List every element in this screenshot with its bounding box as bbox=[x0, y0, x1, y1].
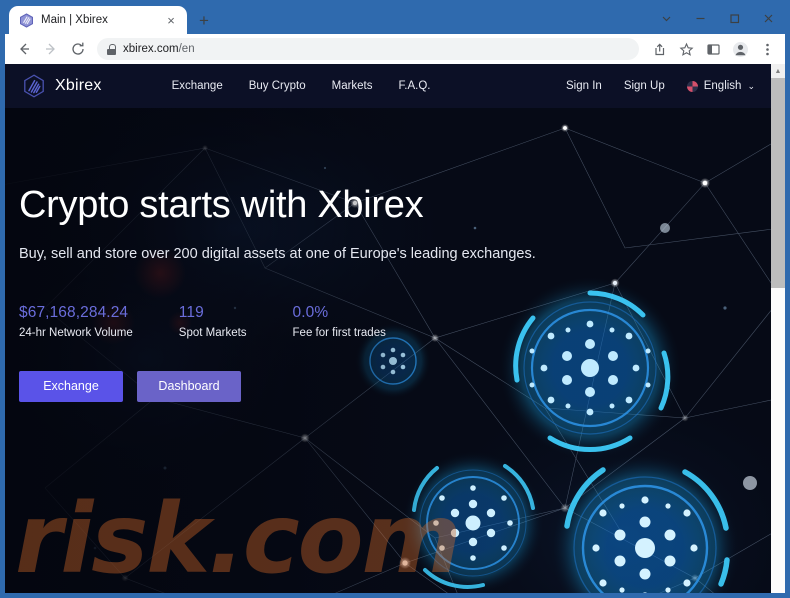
language-selector[interactable]: English ⌄ bbox=[686, 80, 755, 92]
nav-link-buy-crypto[interactable]: Buy Crypto bbox=[249, 80, 306, 92]
sign-up-link[interactable]: Sign Up bbox=[624, 80, 665, 92]
dashboard-button[interactable]: Dashboard bbox=[137, 370, 241, 402]
scrollbar-thumb[interactable] bbox=[771, 78, 785, 288]
url-text: xbirex.com/en bbox=[123, 43, 195, 55]
page-scrollbar[interactable]: ▲ bbox=[771, 64, 785, 593]
scroll-up-arrow-icon[interactable]: ▲ bbox=[771, 64, 785, 78]
tab-strip: Main | Xbirex × + bbox=[5, 4, 785, 34]
exchange-button[interactable]: Exchange bbox=[19, 370, 123, 402]
chevron-down-icon: ⌄ bbox=[747, 80, 755, 91]
hero-section: risk.com Crypto starts with Xbirex Buy, … bbox=[5, 108, 771, 593]
stat-label: Spot Markets bbox=[178, 326, 247, 339]
close-window-icon[interactable] bbox=[751, 4, 785, 32]
address-bar[interactable]: xbirex.com/en bbox=[97, 38, 639, 60]
site-nav-right: Sign In Sign Up English ⌄ bbox=[566, 80, 755, 92]
hero-stats: $67,168,284.24 24-hr Network Volume 119 … bbox=[19, 304, 579, 339]
browser-window: Main | Xbirex × + xbirex.com/en Xbirex E… bbox=[0, 0, 790, 598]
site-nav-links: Exchange Buy Crypto Markets F.A.Q. bbox=[172, 80, 431, 92]
profile-avatar-icon[interactable] bbox=[728, 37, 752, 61]
globe-icon bbox=[686, 80, 698, 92]
hero-cta-group: Exchange Dashboard bbox=[19, 370, 579, 402]
language-label: English bbox=[703, 80, 742, 92]
hero-subtitle: Buy, sell and store over 200 digital ass… bbox=[19, 245, 536, 262]
lock-icon bbox=[107, 43, 116, 55]
brand-logo[interactable]: Xbirex bbox=[23, 74, 102, 98]
stat-value: 119 bbox=[178, 303, 204, 321]
side-panel-icon[interactable] bbox=[701, 37, 725, 61]
page-viewport: Xbirex Exchange Buy Crypto Markets F.A.Q… bbox=[5, 64, 785, 593]
menu-icon[interactable] bbox=[755, 37, 779, 61]
stat-spot-markets: 119 Spot Markets bbox=[179, 304, 247, 339]
browser-toolbar: xbirex.com/en bbox=[5, 34, 785, 64]
share-icon[interactable] bbox=[647, 37, 671, 61]
nav-link-markets[interactable]: Markets bbox=[332, 80, 373, 92]
stat-label: 24-hr Network Volume bbox=[19, 326, 133, 339]
forward-icon[interactable] bbox=[39, 37, 63, 61]
window-controls bbox=[649, 4, 785, 32]
minimize-icon[interactable] bbox=[683, 4, 717, 32]
chevron-down-icon[interactable] bbox=[649, 4, 683, 32]
brand-name: Xbirex bbox=[55, 77, 102, 94]
hero-content: Crypto starts with Xbirex Buy, sell and … bbox=[19, 184, 579, 402]
stat-value: 0.0% bbox=[292, 303, 329, 321]
close-icon[interactable]: × bbox=[163, 12, 179, 28]
tab-title: Main | Xbirex bbox=[41, 14, 108, 26]
reload-icon[interactable] bbox=[66, 37, 90, 61]
stat-network-volume: $67,168,284.24 24-hr Network Volume bbox=[19, 304, 133, 339]
sign-in-link[interactable]: Sign In bbox=[566, 80, 602, 92]
watermark: risk.com bbox=[15, 483, 462, 593]
browser-tab[interactable]: Main | Xbirex × bbox=[9, 6, 187, 34]
maximize-icon[interactable] bbox=[717, 4, 751, 32]
nav-link-exchange[interactable]: Exchange bbox=[172, 80, 223, 92]
stat-label: Fee for first trades bbox=[292, 326, 386, 339]
stat-fee: 0.0% Fee for first trades bbox=[293, 304, 386, 339]
xbirex-hexagon-icon bbox=[24, 74, 44, 98]
site-navbar: Xbirex Exchange Buy Crypto Markets F.A.Q… bbox=[5, 64, 771, 108]
nav-link-faq[interactable]: F.A.Q. bbox=[399, 80, 431, 92]
bookmark-star-icon[interactable] bbox=[674, 37, 698, 61]
stat-value: $67,168,284.24 bbox=[19, 303, 129, 321]
new-tab-button[interactable]: + bbox=[191, 7, 217, 33]
back-icon[interactable] bbox=[12, 37, 36, 61]
xbirex-logo-icon bbox=[19, 12, 34, 28]
page-title: Crypto starts with Xbirex bbox=[19, 184, 424, 226]
